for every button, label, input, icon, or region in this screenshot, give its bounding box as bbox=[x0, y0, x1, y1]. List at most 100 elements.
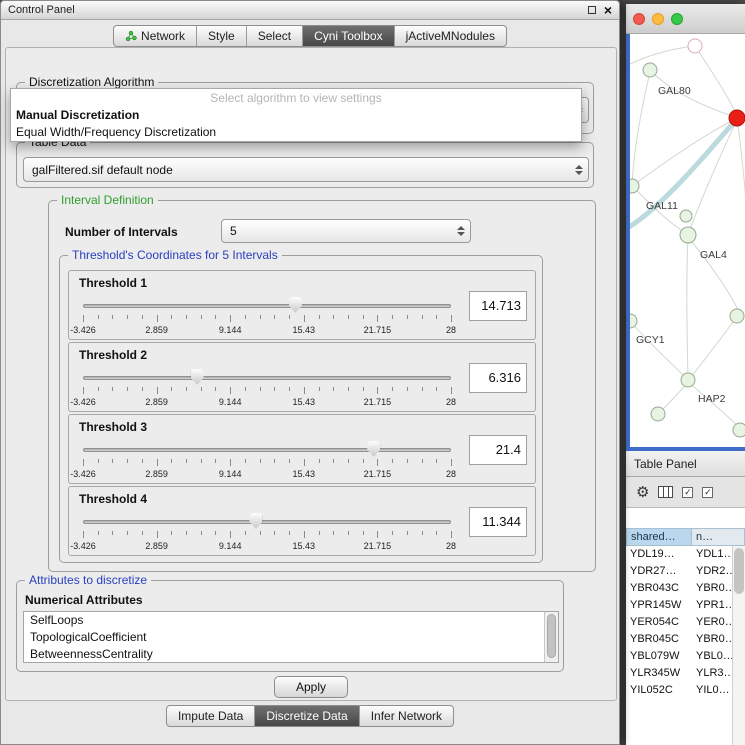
scale-label: 21.715 bbox=[364, 325, 392, 335]
threshold-label: Threshold 2 bbox=[79, 348, 147, 362]
table-cell: YBL0… bbox=[692, 648, 732, 665]
network-window-titlebar[interactable] bbox=[626, 4, 745, 34]
network-graph[interactable]: GAL80GAL11GAL4GCY1HAP2 bbox=[630, 34, 745, 447]
network-node-label: HAP2 bbox=[698, 393, 726, 405]
threshold-slider[interactable]: -3.4262.8599.14415.4321.71528 bbox=[83, 511, 451, 553]
table-cell: YPR145W bbox=[626, 597, 692, 614]
network-node[interactable] bbox=[680, 227, 696, 243]
table-data-group: Table Data galFiltered.sif default node bbox=[16, 142, 594, 188]
table-data-select[interactable]: galFiltered.sif default node bbox=[23, 157, 589, 182]
table-cell: YLR3… bbox=[692, 665, 732, 682]
scrollbar-thumb[interactable] bbox=[734, 548, 744, 594]
scale-label: -3.426 bbox=[70, 469, 96, 479]
threshold-slider[interactable]: -3.4262.8599.14415.4321.71528 bbox=[83, 295, 451, 337]
slider-track[interactable] bbox=[83, 448, 451, 452]
table-row[interactable]: YBL079WYBL0… bbox=[626, 648, 732, 665]
column-header[interactable]: n… bbox=[692, 528, 745, 546]
slider-thumb[interactable] bbox=[191, 369, 204, 385]
select-columns-icon[interactable]: ✓ bbox=[702, 487, 713, 498]
tab-network[interactable]: Network bbox=[114, 26, 196, 46]
close-window-icon[interactable]: × bbox=[604, 3, 612, 17]
slider-track[interactable] bbox=[83, 376, 451, 380]
network-node[interactable] bbox=[630, 314, 637, 328]
control-panel-titlebar[interactable]: Control Panel × bbox=[1, 1, 619, 20]
threshold-value-field[interactable]: 11.344 bbox=[469, 507, 527, 537]
slider-thumb[interactable] bbox=[249, 513, 262, 529]
tab-discretize-data[interactable]: Discretize Data bbox=[254, 706, 358, 726]
tab-jactivemnodules[interactable]: jActiveMNodules bbox=[394, 26, 506, 46]
dropdown-item-manual-discretization[interactable]: Manual Discretization bbox=[11, 107, 581, 124]
table-row[interactable]: YER054CYER0… bbox=[626, 614, 732, 631]
numerical-attributes-list[interactable]: SelfLoopsTopologicalCoefficientBetweenne… bbox=[23, 611, 559, 663]
network-node[interactable] bbox=[681, 373, 695, 387]
tab-label: jActiveMNodules bbox=[406, 29, 495, 43]
table-row[interactable]: YDL19…YDL1… bbox=[626, 546, 732, 563]
network-node[interactable] bbox=[680, 210, 692, 222]
network-node[interactable] bbox=[630, 179, 639, 193]
column-header[interactable]: shared… bbox=[626, 528, 692, 546]
table-row[interactable]: YLR345WYLR3… bbox=[626, 665, 732, 682]
scrollbar-thumb[interactable] bbox=[547, 614, 556, 658]
segmented-control: Impute DataDiscretize DataInfer Network bbox=[166, 705, 454, 727]
network-node[interactable] bbox=[651, 407, 665, 421]
slider-track[interactable] bbox=[83, 520, 451, 524]
tab-impute-data[interactable]: Impute Data bbox=[167, 706, 254, 726]
network-node[interactable] bbox=[733, 423, 745, 437]
table-scrollbar[interactable] bbox=[732, 546, 745, 745]
number-of-intervals-select[interactable]: 5 bbox=[221, 219, 471, 243]
threshold-label: Threshold 1 bbox=[79, 276, 147, 290]
table-row[interactable]: YIL052CYIL0… bbox=[626, 682, 732, 699]
tab-cyni-toolbox[interactable]: Cyni Toolbox bbox=[302, 26, 393, 46]
threshold-value-field[interactable]: 6.316 bbox=[469, 363, 527, 393]
group-title: Threshold's Coordinates for 5 Intervals bbox=[68, 248, 282, 262]
network-node[interactable] bbox=[729, 110, 745, 126]
network-node[interactable] bbox=[730, 309, 744, 323]
threshold-value-field[interactable]: 21.4 bbox=[469, 435, 527, 465]
threshold-slider[interactable]: -3.4262.8599.14415.4321.71528 bbox=[83, 367, 451, 409]
list-item-selfloops[interactable]: SelfLoops bbox=[24, 612, 544, 629]
select-all-rows-icon[interactable]: ✓ bbox=[682, 487, 693, 498]
zoom-traffic-light[interactable] bbox=[671, 13, 683, 25]
network-edge bbox=[632, 72, 650, 184]
table-body: YDL19…YDL1…YDR27…YDR2…YBR043CYBR0…YPR145… bbox=[626, 546, 745, 745]
table-row[interactable]: YBR045CYBR0… bbox=[626, 631, 732, 648]
table-row[interactable]: YDR27…YDR2… bbox=[626, 563, 732, 580]
table-row[interactable]: YPR145WYPR1… bbox=[626, 597, 732, 614]
threshold-value-field[interactable]: 14.713 bbox=[469, 291, 527, 321]
gear-icon[interactable]: ⚙ bbox=[636, 485, 649, 500]
table-cell: YBR0… bbox=[692, 580, 732, 597]
scale-label: 2.859 bbox=[145, 325, 168, 335]
table-data-select-value: galFiltered.sif default node bbox=[24, 163, 572, 177]
network-edge bbox=[688, 124, 735, 235]
minimize-traffic-light[interactable] bbox=[652, 13, 664, 25]
tab-label: Network bbox=[141, 29, 185, 43]
column-settings-icon[interactable] bbox=[658, 486, 673, 498]
dropdown-placeholder: Select algorithm to view settings bbox=[11, 89, 581, 107]
slider-thumb[interactable] bbox=[289, 297, 302, 313]
tab-select[interactable]: Select bbox=[246, 26, 302, 46]
network-node[interactable] bbox=[643, 63, 657, 77]
slider-ticks bbox=[83, 459, 451, 467]
threshold-slider[interactable]: -3.4262.8599.14415.4321.71528 bbox=[83, 439, 451, 481]
list-scrollbar[interactable] bbox=[544, 612, 558, 662]
table-panel-header[interactable]: Table Panel bbox=[626, 451, 745, 477]
network-node[interactable] bbox=[688, 39, 702, 53]
table-row[interactable]: YBR043CYBR0… bbox=[626, 580, 732, 597]
list-item-topologicalcoefficient[interactable]: TopologicalCoefficient bbox=[24, 629, 544, 646]
close-traffic-light[interactable] bbox=[633, 13, 645, 25]
network-canvas[interactable]: GAL80GAL11GAL4GCY1HAP2 bbox=[626, 34, 745, 451]
slider-scale-labels: -3.4262.8599.14415.4321.71528 bbox=[83, 325, 451, 335]
slider-thumb[interactable] bbox=[367, 441, 380, 457]
slider-track[interactable] bbox=[83, 304, 451, 308]
tab-label: Cyni Toolbox bbox=[314, 29, 382, 43]
threshold-panel: Threshold 1 -3.4262.8599.14415.4321.7152… bbox=[68, 270, 536, 340]
apply-button[interactable]: Apply bbox=[274, 676, 348, 698]
float-window-icon[interactable] bbox=[588, 6, 596, 14]
dropdown-item-equal-width-frequency-discretization[interactable]: Equal Width/Frequency Discretization bbox=[11, 124, 581, 141]
table-cell: YDR2… bbox=[692, 563, 732, 580]
tab-style[interactable]: Style bbox=[196, 26, 246, 46]
list-item-betweennesscentrality[interactable]: BetweennessCentrality bbox=[24, 646, 544, 662]
bottom-tab-bar: Impute DataDiscretize DataInfer Network bbox=[1, 705, 619, 727]
tab-infer-network[interactable]: Infer Network bbox=[359, 706, 453, 726]
threshold-label: Threshold 4 bbox=[79, 492, 147, 506]
